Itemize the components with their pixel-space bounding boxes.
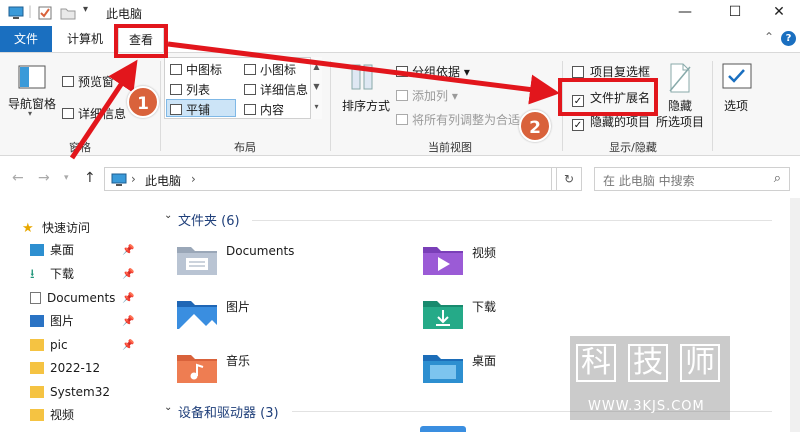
step-badge-1: 1: [127, 86, 159, 118]
arrow-to-view-tab: [69, 59, 138, 160]
arrow-to-file-extensions: [167, 41, 560, 105]
watermark-char-1: 科: [576, 344, 616, 382]
watermark-char-2: 技: [628, 344, 668, 382]
watermark-char-3: 师: [680, 344, 720, 382]
watermark-url: WWW.3KJS.COM: [588, 399, 705, 414]
step-badge-2: 2: [519, 110, 551, 142]
